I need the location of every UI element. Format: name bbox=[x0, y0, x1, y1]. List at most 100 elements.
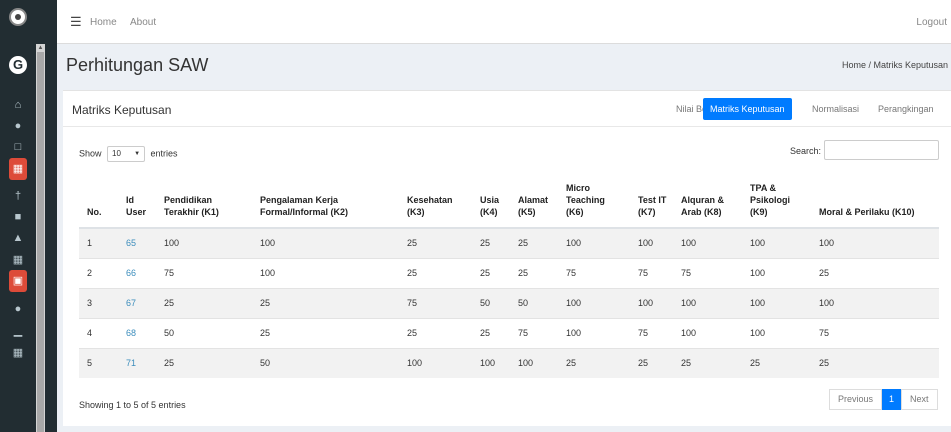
top-navbar: ☰ Home About Logout bbox=[57, 0, 951, 44]
decision-matrix-table: No. Id User Pendidikan Terakhir (K1) Pen… bbox=[79, 170, 939, 378]
table-cell: 5 bbox=[79, 347, 118, 378]
tab-matriks-keputusan[interactable]: Matriks Keputusan bbox=[703, 98, 792, 120]
entries-select[interactable]: 10 ▼ bbox=[107, 146, 146, 162]
home-icon[interactable]: ⌂ bbox=[9, 96, 27, 114]
calculator-icon[interactable]: ▦ bbox=[9, 344, 27, 362]
column-header[interactable]: Alamat (K5) bbox=[510, 170, 558, 229]
column-header[interactable]: Kesehatan (K3) bbox=[399, 170, 472, 229]
user-id-link[interactable]: 66 bbox=[118, 257, 156, 288]
breadcrumb[interactable]: Home / Matriks Keputusan bbox=[842, 60, 948, 70]
scroll-thumb[interactable] bbox=[37, 52, 44, 432]
column-header[interactable]: Pengalaman Kerja Formal/Informal (K2) bbox=[252, 170, 399, 229]
scroll-up-icon[interactable]: ▲ bbox=[37, 44, 44, 52]
column-header[interactable]: Test IT (K7) bbox=[630, 170, 673, 229]
table-cell: 50 bbox=[472, 287, 510, 318]
table-cell: 100 bbox=[252, 257, 399, 288]
user-id-link[interactable]: 65 bbox=[118, 227, 156, 258]
matrix-card: Matriks Keputusan Nilai Bobot Matriks Ke… bbox=[63, 90, 951, 426]
user-id-link[interactable]: 67 bbox=[118, 287, 156, 318]
table-cell: 100 bbox=[510, 347, 558, 378]
column-header[interactable]: Id User bbox=[118, 170, 156, 229]
sidebar-logo[interactable] bbox=[9, 8, 27, 26]
tab-normalisasi[interactable]: Normalisasi bbox=[805, 98, 866, 120]
table-cell: 25 bbox=[811, 347, 939, 378]
table-cell: 2 bbox=[79, 257, 118, 288]
column-header[interactable]: Moral & Perilaku (K10) bbox=[811, 170, 939, 229]
column-header[interactable]: Alquran & Arab (K8) bbox=[673, 170, 742, 229]
table-cell: 100 bbox=[811, 227, 939, 258]
table-cell: 75 bbox=[673, 257, 742, 288]
table-cell: 100 bbox=[472, 347, 510, 378]
user-id-link[interactable]: 71 bbox=[118, 347, 156, 378]
table-cell: 100 bbox=[742, 287, 811, 318]
table-cell: 25 bbox=[399, 257, 472, 288]
user-icon[interactable]: ● bbox=[9, 300, 27, 318]
table-cell: 100 bbox=[252, 227, 399, 258]
card-title: Matriks Keputusan bbox=[72, 103, 172, 117]
brand-icon[interactable]: G bbox=[9, 56, 27, 74]
table-cell: 100 bbox=[399, 347, 472, 378]
table-cell: 4 bbox=[79, 317, 118, 348]
bank-icon[interactable]: ▲ bbox=[9, 229, 27, 247]
table-cell: 25 bbox=[472, 257, 510, 288]
table-cell: 100 bbox=[558, 227, 630, 258]
table-cell: 25 bbox=[472, 227, 510, 258]
table-cell: 100 bbox=[558, 317, 630, 348]
card-divider bbox=[63, 126, 951, 127]
table-cell: 50 bbox=[252, 347, 399, 378]
table-cell: 50 bbox=[156, 317, 252, 348]
entries-select-value: 10 bbox=[112, 149, 121, 158]
table-row: 3 67 25 25 75 50 50 100 100 100 100 100 bbox=[79, 287, 939, 318]
table-cell: 75 bbox=[811, 317, 939, 348]
table-info: Showing 1 to 5 of 5 entries bbox=[79, 400, 186, 410]
next-button[interactable]: Next bbox=[901, 389, 938, 410]
table-cell: 25 bbox=[399, 317, 472, 348]
table-cell: 75 bbox=[558, 257, 630, 288]
table-cell: 75 bbox=[630, 317, 673, 348]
calculator-icon[interactable]: ▦ bbox=[9, 158, 27, 180]
page-1-button[interactable]: 1 bbox=[882, 389, 902, 410]
user-icon[interactable]: ● bbox=[9, 117, 27, 135]
previous-button[interactable]: Previous bbox=[829, 389, 883, 410]
column-header[interactable]: TPA & Psikologi (K9) bbox=[742, 170, 811, 229]
menu-icon[interactable]: ☰ bbox=[70, 14, 82, 30]
table-cell: 100 bbox=[630, 227, 673, 258]
column-header[interactable]: No. bbox=[79, 170, 118, 229]
column-header[interactable]: Pendidikan Terakhir (K1) bbox=[156, 170, 252, 229]
table-cell: 75 bbox=[510, 317, 558, 348]
table-cell: 50 bbox=[510, 287, 558, 318]
nav-about-link[interactable]: About bbox=[130, 17, 156, 28]
sidebar-scrollbar[interactable]: ▲ bbox=[36, 44, 45, 432]
table-cell: 25 bbox=[252, 287, 399, 318]
table-cell: 25 bbox=[510, 257, 558, 288]
table-cell: 3 bbox=[79, 287, 118, 318]
table-cell: 100 bbox=[673, 317, 742, 348]
chart-icon[interactable]: ▁ bbox=[9, 322, 27, 340]
briefcase-icon[interactable]: ▣ bbox=[9, 270, 27, 292]
logout-link[interactable]: Logout bbox=[916, 17, 947, 28]
table-cell: 100 bbox=[630, 287, 673, 318]
person-icon[interactable]: † bbox=[9, 187, 27, 205]
sidebar: G ⌂ ● □ ▦ † ■ ▲ ▦ ▣ ● ▁ ▦ ▲ bbox=[0, 0, 57, 432]
show-label: Show bbox=[79, 148, 102, 159]
table-cell: 25 bbox=[156, 287, 252, 318]
document-icon[interactable]: □ bbox=[9, 138, 27, 156]
nav-home-link[interactable]: Home bbox=[90, 17, 117, 28]
table-cell: 100 bbox=[558, 287, 630, 318]
chevron-down-icon: ▼ bbox=[134, 151, 141, 157]
table-cell: 25 bbox=[252, 317, 399, 348]
tab-perangkingan[interactable]: Perangkingan bbox=[871, 98, 941, 120]
bottom-strip bbox=[57, 426, 951, 432]
save-icon[interactable]: ■ bbox=[9, 208, 27, 226]
table-cell: 25 bbox=[399, 227, 472, 258]
search-input[interactable] bbox=[824, 140, 939, 160]
table-cell: 100 bbox=[673, 227, 742, 258]
table-cell: 100 bbox=[673, 287, 742, 318]
column-header[interactable]: Usia (K4) bbox=[472, 170, 510, 229]
calculator-icon[interactable]: ▦ bbox=[9, 251, 27, 269]
table-row: 1 65 100 100 25 25 25 100 100 100 100 10… bbox=[79, 227, 939, 258]
user-id-link[interactable]: 68 bbox=[118, 317, 156, 348]
table-cell: 100 bbox=[742, 227, 811, 258]
column-header[interactable]: Micro Teaching (K6) bbox=[558, 170, 630, 229]
table-cell: 75 bbox=[399, 287, 472, 318]
